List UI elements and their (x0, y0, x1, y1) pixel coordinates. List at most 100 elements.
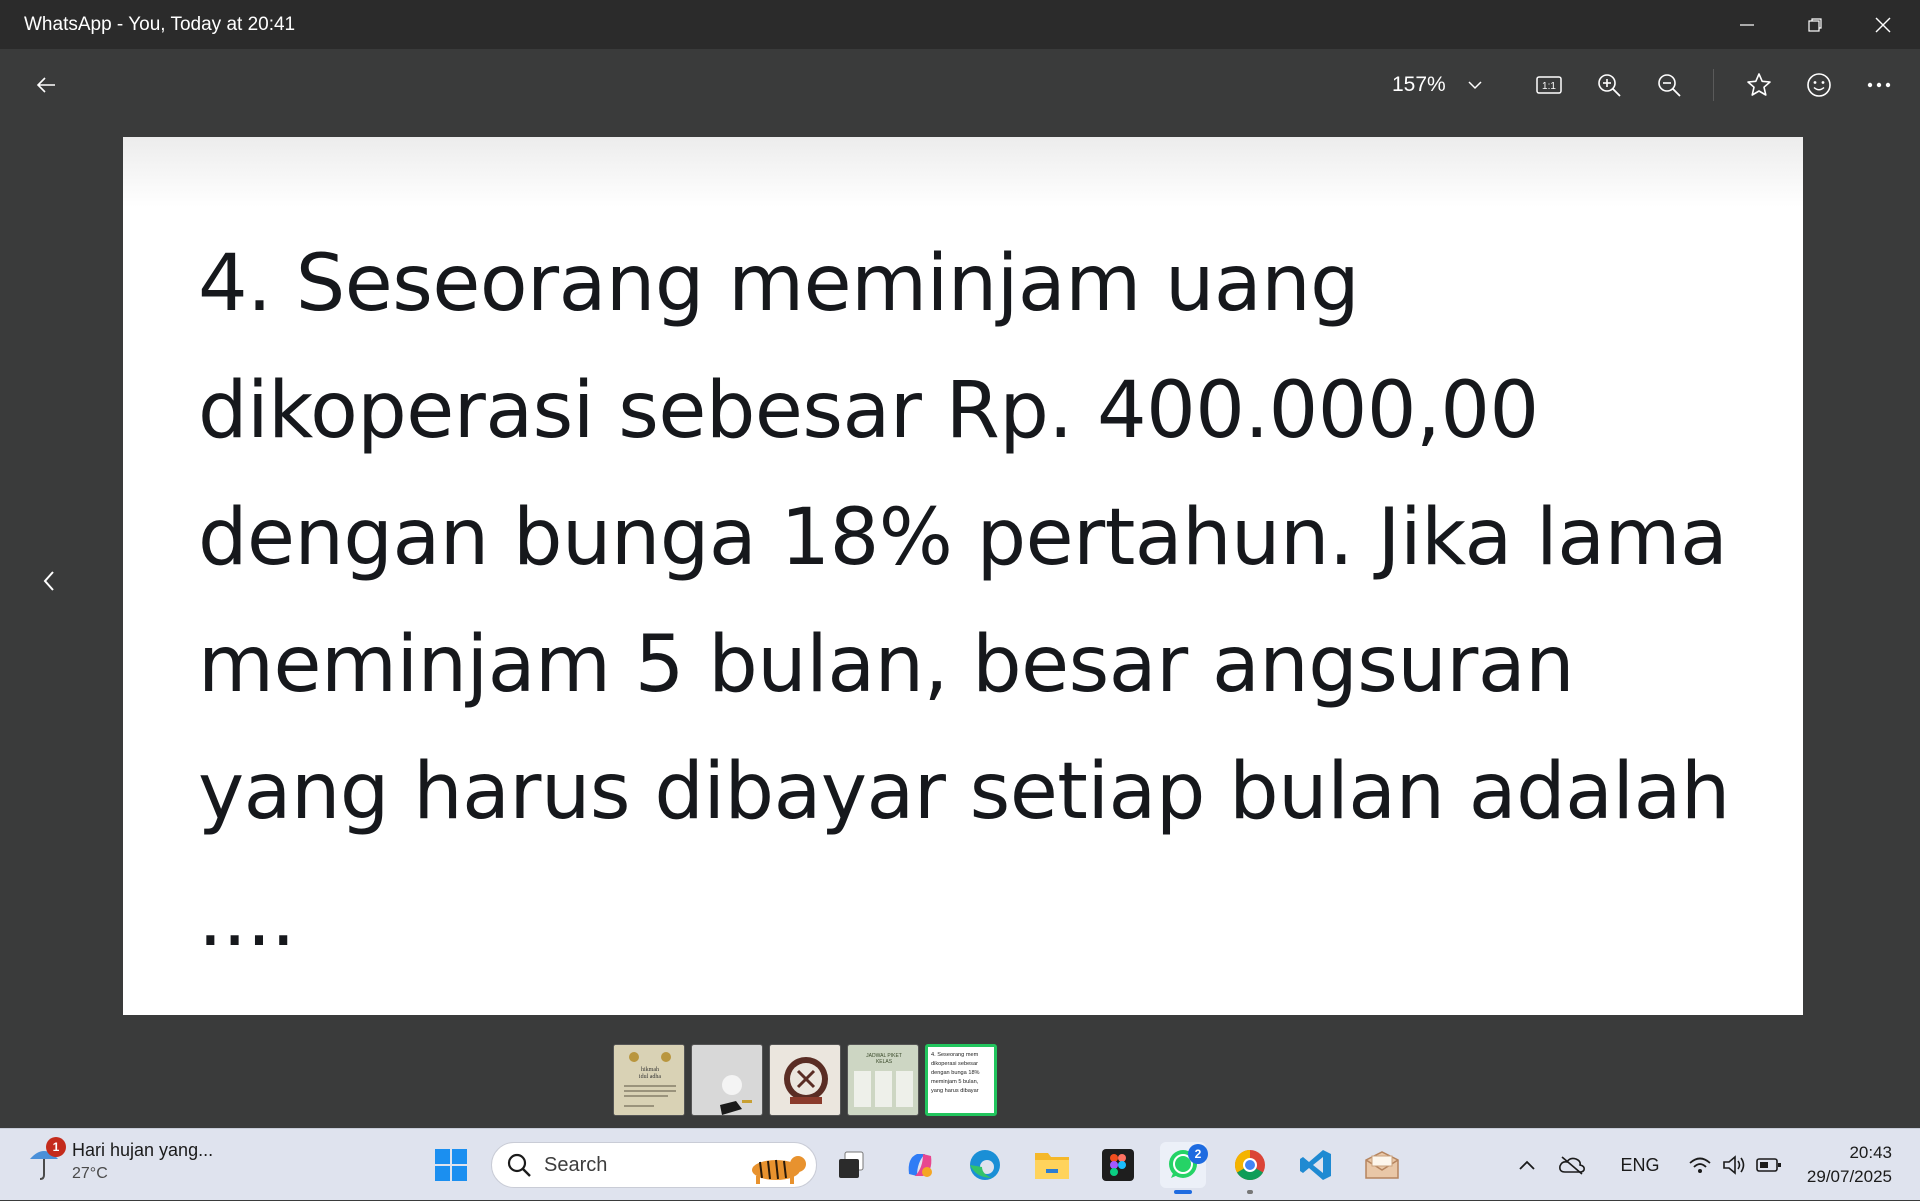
svg-text:dikoperasi sebesar: dikoperasi sebesar (931, 1061, 978, 1067)
file-explorer-button[interactable] (1029, 1142, 1075, 1188)
taskbar-search[interactable]: Search (491, 1142, 817, 1188)
battery-icon (1756, 1158, 1781, 1172)
arrow-left-icon (36, 77, 55, 93)
copilot-icon (908, 1154, 932, 1177)
figma-button[interactable] (1095, 1142, 1141, 1188)
running-indicator (1247, 1190, 1253, 1194)
zoom-out-icon (1658, 74, 1681, 97)
thumbnail-image: hikmah idul adha (614, 1045, 684, 1115)
tiger-icon (752, 1156, 806, 1184)
filmstrip-thumb-selected[interactable]: 4. Seseorang mem dikoperasi sebesar deng… (925, 1044, 997, 1116)
folder-icon (1035, 1153, 1069, 1179)
task-view-button[interactable] (828, 1142, 874, 1188)
chrome-icon (1234, 1150, 1265, 1181)
whatsapp-badge: 2 (1188, 1144, 1208, 1164)
thumbnail-image (692, 1045, 762, 1115)
previous-image-button[interactable] (28, 560, 70, 602)
displayed-image: 4. Seseorang meminjam uang dikoperasi se… (123, 137, 1803, 1015)
volume-icon (1723, 1155, 1745, 1175)
minimize-button[interactable] (1713, 0, 1781, 49)
thumbnail-image: 4. Seseorang mem dikoperasi sebesar deng… (928, 1047, 994, 1113)
question-text: 4. Seseorang meminjam uang dikoperasi se… (198, 221, 1778, 983)
zoom-in-button[interactable] (1586, 62, 1632, 108)
active-indicator (1174, 1190, 1192, 1194)
show-hidden-icons-button[interactable] (1510, 1160, 1544, 1170)
search-placeholder: Search (544, 1153, 608, 1176)
svg-text:yang harus dibayar: yang harus dibayar (931, 1088, 979, 1094)
zoom-in-icon (1598, 74, 1621, 97)
back-button[interactable] (23, 62, 69, 108)
filmstrip-thumb[interactable]: JADWAL PIKET KELAS (847, 1044, 919, 1116)
start-button[interactable] (428, 1142, 474, 1188)
svg-text:hikmah: hikmah (641, 1067, 659, 1073)
whatsapp-button[interactable]: 2 (1160, 1142, 1208, 1194)
photo-viewer-window: WhatsApp - You, Today at 20:41 157% 1:1 (0, 0, 1920, 1128)
clock[interactable]: 20:43 29/07/2025 (1807, 1141, 1892, 1189)
toolbar-divider (1713, 69, 1714, 101)
svg-text:1:1: 1:1 (1542, 81, 1556, 92)
question-line: dikoperasi sebesar Rp. 400.000,00 (198, 366, 1539, 456)
more-icon (1867, 82, 1891, 88)
smiley-icon (1807, 73, 1831, 97)
vscode-button[interactable] (1293, 1142, 1339, 1188)
figma-icon (1102, 1149, 1134, 1181)
filmstrip-thumb[interactable] (691, 1044, 763, 1116)
close-button[interactable] (1849, 0, 1917, 49)
filmstrip: hikmah idul adha JADWAL PIKET KELAS 4. S… (613, 1044, 997, 1118)
thumbnail-image (770, 1045, 840, 1115)
system-tray: ENG (1510, 1129, 1782, 1201)
onedrive-button[interactable] (1544, 1155, 1600, 1175)
question-line: meminjam 5 bulan, besar angsuran (198, 620, 1575, 710)
cloud-offline-icon (1559, 1156, 1585, 1175)
taskbar: 1 Hari hujan yang... 27°C Search 2 ENG 2… (0, 1128, 1920, 1200)
edge-button[interactable] (962, 1142, 1008, 1188)
weather-title: Hari hujan yang... (72, 1139, 214, 1160)
app-button[interactable] (1359, 1142, 1405, 1188)
more-options-button[interactable] (1856, 62, 1902, 108)
svg-text:meminjam 5 bulan,: meminjam 5 bulan, (931, 1079, 979, 1085)
copilot-button[interactable] (897, 1142, 943, 1188)
weather-temp: 27°C (72, 1164, 108, 1182)
star-button[interactable] (1736, 62, 1782, 108)
weather-widget[interactable]: 1 Hari hujan yang... 27°C (26, 1137, 214, 1183)
chevron-left-icon (43, 571, 54, 591)
svg-text:idul adha: idul adha (639, 1074, 661, 1080)
question-line: dengan bunga 18% pertahun. Jika lama (198, 493, 1728, 583)
zoom-level: 157% (1392, 73, 1446, 96)
restore-icon (1808, 17, 1822, 32)
task-view-icon (839, 1151, 864, 1178)
filmstrip-thumb[interactable]: hikmah idul adha (613, 1044, 685, 1116)
zoom-out-button[interactable] (1646, 62, 1692, 108)
minimize-icon (1740, 23, 1754, 26)
chevron-up-icon (1519, 1160, 1535, 1170)
clock-time: 20:43 (1849, 1143, 1892, 1162)
title-bar: WhatsApp - You, Today at 20:41 (0, 0, 1920, 49)
envelope-app-icon (1365, 1151, 1399, 1179)
search-icon (507, 1153, 531, 1177)
close-icon (1875, 17, 1891, 32)
question-line: .... (198, 874, 296, 964)
weather-badge: 1 (46, 1137, 66, 1157)
svg-text:KELAS: KELAS (876, 1059, 893, 1065)
wifi-icon (1689, 1157, 1711, 1173)
react-button[interactable] (1796, 62, 1842, 108)
thumbnail-image: JADWAL PIKET KELAS (848, 1045, 918, 1115)
chevron-down-icon (1468, 81, 1482, 90)
actual-size-icon: 1:1 (1536, 76, 1562, 94)
star-icon (1747, 73, 1771, 96)
window-title: WhatsApp - You, Today at 20:41 (24, 14, 296, 35)
language-indicator[interactable]: ENG (1600, 1155, 1680, 1176)
question-line: 4. Seseorang meminjam uang (198, 239, 1360, 329)
svg-text:4. Seseorang mem: 4. Seseorang mem (931, 1052, 979, 1058)
filmstrip-thumb[interactable] (769, 1044, 841, 1116)
quick-settings-button[interactable] (1688, 1154, 1782, 1176)
question-line: yang harus dibayar setiap bulan adalah (198, 747, 1730, 837)
restore-button[interactable] (1781, 0, 1849, 49)
windows-icon (435, 1149, 467, 1181)
viewer-toolbar: 157% 1:1 (0, 49, 1920, 121)
vscode-icon (1300, 1150, 1331, 1180)
chrome-button[interactable] (1227, 1142, 1273, 1194)
svg-text:dengan bunga 18%: dengan bunga 18% (931, 1070, 980, 1076)
zoom-dropdown[interactable]: 157% (1392, 62, 1482, 108)
actual-size-button[interactable]: 1:1 (1526, 62, 1572, 108)
